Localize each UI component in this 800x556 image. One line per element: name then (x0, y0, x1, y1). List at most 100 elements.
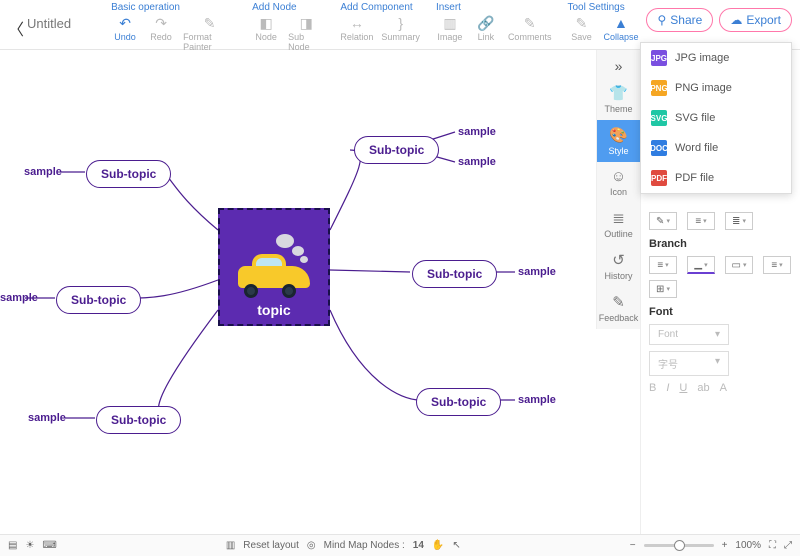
relation-icon: ↔ (350, 15, 364, 31)
branch-section: Branch (649, 238, 792, 250)
fontsize-select[interactable]: 字号▾ (649, 351, 729, 376)
group-insert: Insert (436, 2, 552, 13)
sample-leaf[interactable]: sample (28, 412, 66, 424)
sample-leaf[interactable]: sample (458, 126, 496, 138)
summary-button[interactable]: }Summary (381, 15, 420, 42)
image-button[interactable]: ▥Image (436, 15, 464, 42)
list-dropdown[interactable]: ≣▾ (725, 212, 753, 230)
collapse-panel-icon[interactable]: » (597, 54, 640, 78)
subtopic-node[interactable]: Sub-topic (354, 136, 439, 164)
zoom-out-button[interactable]: − (630, 540, 636, 551)
sample-leaf[interactable]: sample (24, 166, 62, 178)
pdf-icon: PDF (651, 170, 667, 186)
subnode-icon: ◨ (300, 15, 313, 31)
fullscreen-icon[interactable]: ⤢ (784, 540, 792, 551)
link-button[interactable]: 🔗Link (472, 15, 500, 42)
sample-leaf[interactable]: sample (518, 266, 556, 278)
group-addnode: Add Node (252, 2, 324, 13)
tab-feedback[interactable]: ✎Feedback (597, 287, 640, 329)
tab-theme[interactable]: 👕Theme (597, 78, 640, 120)
branch-layout[interactable]: ⊞▾ (649, 280, 677, 298)
export-word[interactable]: DOCWord file (641, 133, 791, 163)
keyboard-icon[interactable]: ⌨ (42, 540, 56, 551)
tab-history[interactable]: ↺History (597, 245, 640, 287)
nodes-label: Mind Map Nodes : (324, 540, 405, 551)
side-tab-strip: » 👕Theme 🎨Style ☺Icon ≣Outline ↺History … (596, 50, 640, 329)
share-button[interactable]: ⚲Share (646, 8, 713, 32)
status-bar: ▤ ☀ ⌨ ▥ Reset layout ◎ Mind Map Nodes : … (0, 534, 800, 556)
redo-icon: ↷ (155, 15, 167, 31)
branch-align[interactable]: ≡▾ (763, 256, 791, 274)
export-pdf[interactable]: PDFPDF file (641, 163, 791, 193)
tab-outline[interactable]: ≣Outline (597, 203, 640, 245)
align-dropdown[interactable]: ≡▾ (687, 212, 715, 230)
group-addcomp: Add Component (340, 2, 420, 13)
export-svg[interactable]: SVGSVG file (641, 103, 791, 133)
center-topic-label: topic (220, 302, 328, 318)
bold-button[interactable]: B (649, 382, 656, 394)
italic-button[interactable]: I (666, 382, 669, 394)
tab-style[interactable]: 🎨Style (597, 120, 640, 162)
word-icon: DOC (651, 140, 667, 156)
collapse-button[interactable]: ▲Collapse (603, 15, 638, 42)
zoom-value: 100% (735, 540, 761, 551)
subtopic-node[interactable]: Sub-topic (86, 160, 171, 188)
export-png[interactable]: PNGPNG image (641, 73, 791, 103)
select-tool-icon[interactable]: ↖ (452, 540, 460, 551)
underline-button[interactable]: U (679, 382, 687, 394)
png-icon: PNG (651, 80, 667, 96)
outline-icon: ≣ (612, 209, 625, 227)
sample-leaf[interactable]: sample (458, 156, 496, 168)
hand-tool-icon[interactable]: ✋ (432, 540, 444, 551)
subtopic-node[interactable]: Sub-topic (412, 260, 497, 288)
share-icon: ⚲ (657, 13, 666, 27)
tab-icon[interactable]: ☺Icon (597, 162, 640, 203)
subtopic-node[interactable]: Sub-topic (96, 406, 181, 434)
export-icon: ☁ (730, 13, 742, 27)
subtopic-node[interactable]: Sub-topic (416, 388, 501, 416)
group-toolset: Tool Settings (567, 2, 638, 13)
layout-icon[interactable]: ▥ (226, 540, 235, 551)
sample-leaf[interactable]: sample (518, 394, 556, 406)
format-painter-button[interactable]: ✎Format Painter (183, 15, 236, 52)
nodes-count: 14 (413, 540, 424, 551)
undo-button[interactable]: ↶Undo (111, 15, 139, 52)
node-button[interactable]: ◧Node (252, 15, 280, 52)
focus-icon[interactable]: ◎ (307, 540, 316, 551)
export-dropdown: JPGJPG image PNGPNG image SVGSVG file DO… (640, 42, 792, 194)
center-topic-node[interactable]: topic (218, 208, 330, 326)
back-button[interactable]: 〈 (8, 2, 27, 40)
reset-layout-button[interactable]: Reset layout (243, 540, 299, 551)
comments-button[interactable]: ✎Comments (508, 15, 552, 42)
brightness-icon[interactable]: ☀ (25, 540, 34, 551)
car-clipart-icon (234, 252, 314, 292)
pencil-dropdown[interactable]: ✎▾ (649, 212, 677, 230)
theme-icon: 👕 (609, 84, 628, 102)
icon-tab-icon: ☺ (611, 168, 626, 185)
node-icon: ◧ (259, 15, 272, 31)
relation-button[interactable]: ↔Relation (340, 15, 373, 42)
zoom-in-button[interactable]: + (722, 540, 728, 551)
branch-shape[interactable]: ▭▾ (725, 256, 753, 274)
save-button[interactable]: ✎Save (567, 15, 595, 42)
doc-title[interactable]: Untitled (27, 2, 103, 31)
jpg-icon: JPG (651, 50, 667, 66)
redo-button[interactable]: ↷Redo (147, 15, 175, 52)
export-button[interactable]: ☁Export (719, 8, 792, 32)
zoom-slider[interactable] (644, 544, 714, 547)
branch-underline[interactable]: ▁▾ (687, 256, 715, 274)
presentation-icon[interactable]: ▤ (8, 540, 17, 551)
strike-button[interactable]: ab (697, 382, 709, 394)
subnode-button[interactable]: ◨Sub Node (288, 15, 324, 52)
subtopic-node[interactable]: Sub-topic (56, 286, 141, 314)
fontcolor-button[interactable]: A (720, 382, 727, 394)
link-icon: 🔗 (477, 15, 494, 31)
save-icon: ✎ (576, 15, 588, 31)
export-jpg[interactable]: JPGJPG image (641, 43, 791, 73)
font-section: Font (649, 306, 792, 318)
branch-color[interactable]: ≡▾ (649, 256, 677, 274)
sample-leaf[interactable]: sample (0, 292, 38, 304)
font-select[interactable]: Font▾ (649, 324, 729, 345)
fit-icon[interactable]: ⛶ (769, 540, 776, 551)
svg-icon: SVG (651, 110, 667, 126)
